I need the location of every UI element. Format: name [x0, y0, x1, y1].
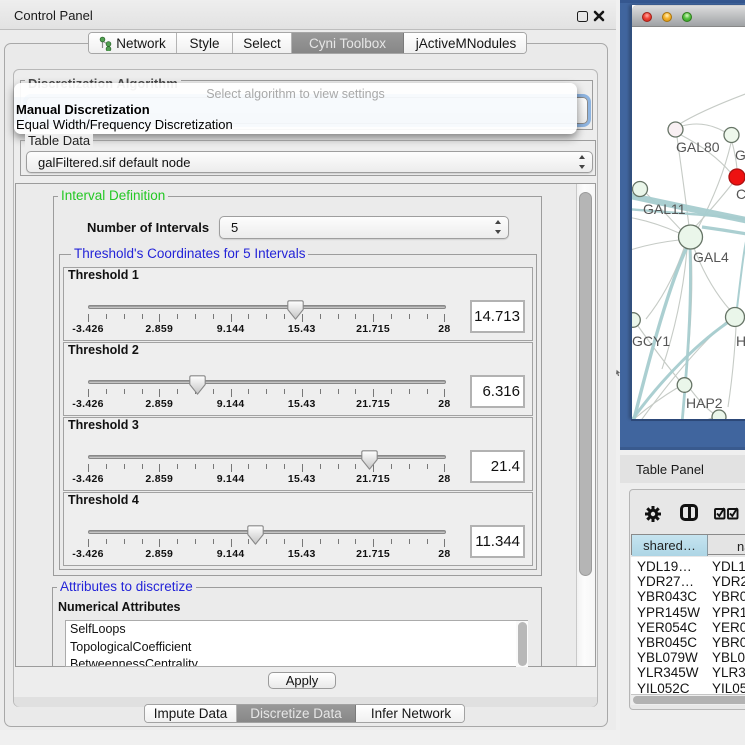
svg-text:CYC: CYC — [736, 186, 745, 202]
svg-text:GCY1: GCY1 — [632, 333, 670, 349]
svg-text:HAP1: HAP1 — [736, 333, 745, 349]
svg-text:GAL11: GAL11 — [643, 201, 686, 217]
svg-text:GAL80: GAL80 — [676, 139, 720, 155]
svg-text:GAL4: GAL4 — [693, 249, 729, 265]
svg-text:HAP2: HAP2 — [686, 395, 723, 411]
svg-text:GAL3: GAL3 — [735, 147, 745, 163]
